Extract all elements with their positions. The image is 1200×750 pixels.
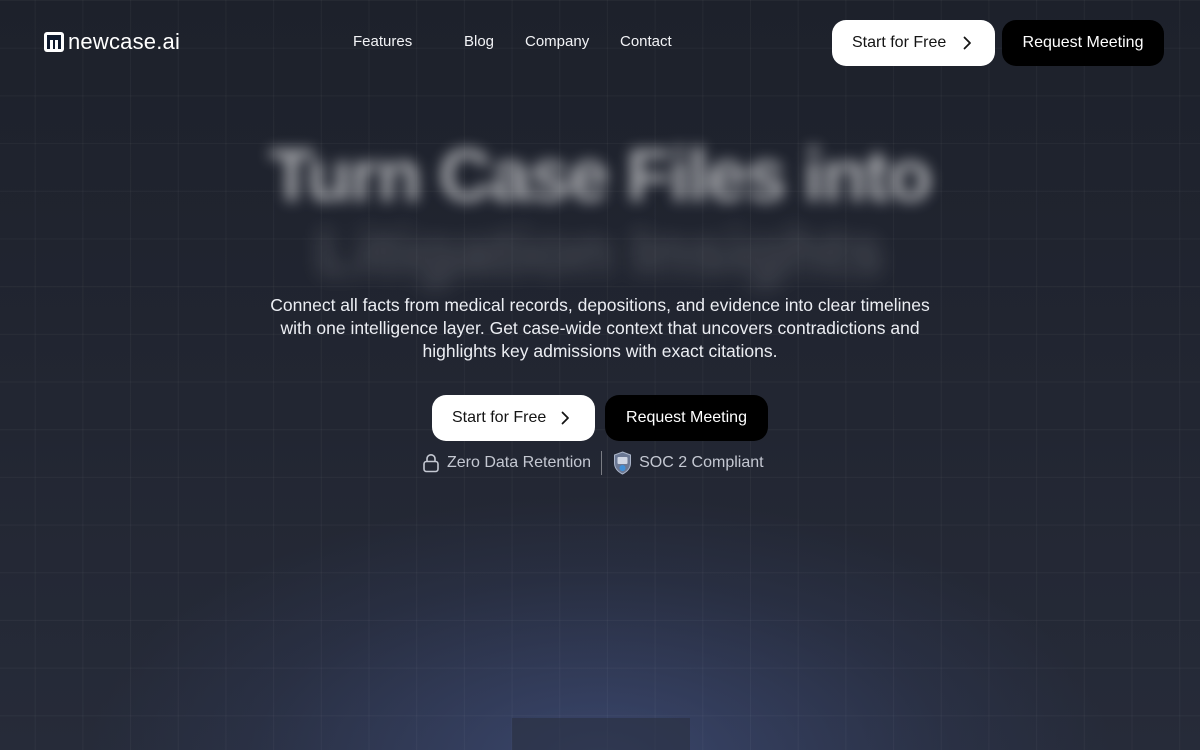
- header-start-free-label: Start for Free: [852, 34, 947, 51]
- badge-divider: [601, 451, 603, 475]
- header-request-meeting-label: Request Meeting: [1022, 34, 1144, 51]
- nav-company[interactable]: Company: [525, 33, 589, 51]
- chevron-right-icon: [561, 411, 569, 425]
- nav-features[interactable]: Features: [353, 33, 412, 51]
- preview-panel-top: [512, 718, 690, 750]
- brand-logo[interactable]: newcase.ai: [44, 30, 180, 54]
- hero-title: Turn Case Files into: [269, 134, 933, 217]
- hero-request-meeting-button[interactable]: Request Meeting: [605, 395, 768, 441]
- soc2-shield-icon: [614, 451, 632, 475]
- badge-soc2-label: SOC 2 Compliant: [639, 454, 764, 471]
- badge-zero-data-retention: Zero Data Retention: [422, 453, 591, 473]
- background-grid: [0, 0, 1200, 750]
- lock-icon: [423, 454, 439, 473]
- badge-soc2: SOC 2 Compliant: [613, 451, 764, 475]
- nav-contact[interactable]: Contact: [620, 33, 672, 51]
- hero-title-line2: Litigation Insights: [315, 214, 885, 288]
- header-request-meeting-button[interactable]: Request Meeting: [1002, 20, 1164, 66]
- site-header: newcase.ai Features Blog Company Contact…: [0, 0, 1200, 86]
- hero-request-meeting-label: Request Meeting: [626, 409, 747, 426]
- hero-subtitle: Connect all facts from medical records, …: [270, 295, 930, 361]
- logo-mark-icon: [44, 32, 64, 52]
- badge-zero-data-retention-label: Zero Data Retention: [447, 454, 592, 471]
- hero-start-free-button[interactable]: Start for Free: [432, 395, 595, 441]
- trust-badges: Zero Data Retention SOC 2 Compliant: [422, 451, 764, 475]
- brand-name: newcase.ai: [68, 29, 181, 54]
- nav-blog[interactable]: Blog: [464, 33, 494, 51]
- header-start-free-button[interactable]: Start for Free: [832, 20, 995, 66]
- hero-start-free-label: Start for Free: [452, 409, 547, 426]
- chevron-right-icon: [963, 36, 971, 50]
